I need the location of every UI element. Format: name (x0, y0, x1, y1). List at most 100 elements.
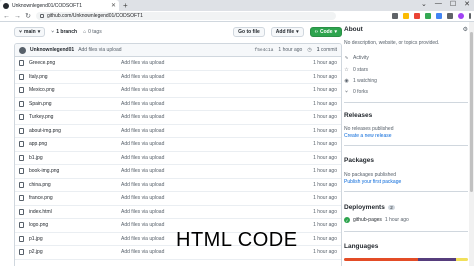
divider (344, 231, 468, 232)
branch-selector[interactable]: ⑂ main ▾ (14, 27, 46, 37)
deployment-time: 1 hour ago (384, 217, 409, 223)
deployments-title[interactable]: Deployments (344, 204, 385, 211)
file-icon (19, 181, 24, 188)
history-icon: ◷ (307, 47, 312, 53)
file-name-link[interactable]: p1.jpg (29, 236, 121, 242)
language-segment (344, 258, 419, 261)
file-commit-message[interactable]: Add files via upload (121, 74, 303, 80)
file-name-link[interactable]: book-img.png (29, 168, 121, 174)
file-name-link[interactable]: index.html (29, 209, 121, 215)
commit-author[interactable]: Unknownlegend01 (30, 47, 74, 53)
file-commit-message[interactable]: Add files via upload (121, 155, 303, 161)
forks-link[interactable]: ⑂ 0 forks (344, 89, 368, 95)
puzzle-icon[interactable] (447, 13, 453, 19)
file-name-link[interactable]: app.png (29, 141, 121, 147)
language-segment (418, 258, 456, 261)
file-commit-message[interactable]: Add files via upload (121, 114, 303, 120)
packages-title[interactable]: Packages (344, 157, 374, 164)
deployment-name[interactable]: github-pages (353, 217, 382, 223)
back-icon[interactable]: ← (3, 13, 10, 20)
extension-icon[interactable] (436, 13, 442, 19)
star-icon[interactable] (403, 13, 409, 19)
url-field[interactable]: github.com/Unknownlegend01/CODSOFT1 (36, 12, 336, 20)
commits-link[interactable]: 1 commit (317, 47, 337, 53)
file-commit-message[interactable]: Add files via upload (121, 87, 303, 93)
publish-package-link[interactable]: Publish your first package (344, 179, 401, 185)
commit-hash[interactable]: f5e4c1a (255, 48, 274, 53)
overlay-caption: HTML CODE (176, 229, 298, 251)
pulse-icon: ∿ (344, 55, 349, 61)
file-commit-message[interactable]: Add files via upload (121, 222, 303, 228)
extension-icons (392, 13, 471, 19)
tab-search-icon[interactable]: ⌄ (421, 0, 427, 8)
file-row: Turkey.png Add files via upload 1 hour ago (15, 111, 341, 125)
close-window-icon[interactable]: ✕ (464, 0, 470, 8)
extension-icon[interactable] (414, 13, 420, 19)
file-name-link[interactable]: p2.jpg (29, 249, 121, 255)
language-segment (455, 258, 468, 261)
forward-icon[interactable]: → (14, 13, 21, 20)
file-name-link[interactable]: Mexico.png (29, 87, 121, 93)
go-to-file-button[interactable]: Go to file (233, 27, 265, 37)
file-commit-message[interactable]: Add files via upload (121, 168, 303, 174)
file-commit-message[interactable]: Add files via upload (121, 182, 303, 188)
file-icon (19, 168, 24, 175)
deployment-item[interactable]: ✓ github-pages 1 hour ago (344, 217, 409, 223)
code-button[interactable]: ‹› Code ▾ (309, 27, 342, 37)
file-commit-message[interactable]: Add files via upload (121, 101, 303, 107)
add-file-button[interactable]: Add file ▾ (270, 27, 304, 37)
tab-title: Unknownlegend01/CODSOFT1 (12, 2, 83, 9)
file-commit-time: 1 hour ago (313, 100, 337, 107)
file-commit-time: 1 hour ago (313, 73, 337, 80)
file-name-link[interactable]: b1.jpg (29, 155, 121, 161)
extension-icon[interactable] (425, 13, 431, 19)
file-commit-message[interactable]: Add files via upload (121, 60, 303, 66)
file-commit-message[interactable]: Add files via upload (121, 209, 303, 215)
file-row: app.png Add files via upload 1 hour ago (15, 138, 341, 152)
file-name-link[interactable]: about-img.png (29, 128, 121, 134)
gear-icon[interactable]: ⚙ (463, 26, 468, 33)
file-commit-message[interactable]: Add files via upload (121, 141, 303, 147)
file-name-link[interactable]: logo.png (29, 222, 121, 228)
deployments-count: 2 (388, 205, 395, 210)
branches-count: 1 branch (56, 29, 78, 35)
tags-link[interactable]: ⌂ 0 tags (83, 29, 102, 35)
new-tab-button[interactable]: + (123, 1, 128, 10)
file-name-link[interactable]: Italy.png (29, 74, 121, 80)
menu-icon[interactable] (469, 13, 471, 19)
github-icon (3, 2, 9, 9)
share-icon[interactable] (392, 13, 398, 19)
branches-link[interactable]: ⑂ 1 branch (51, 29, 77, 35)
avatar[interactable] (19, 46, 26, 54)
watchers-link[interactable]: ◉ 1 watching (344, 78, 377, 84)
file-icon (19, 127, 24, 134)
file-commit-message[interactable]: Add files via upload (121, 195, 303, 201)
releases-title[interactable]: Releases (344, 112, 372, 119)
commit-message[interactable]: Add files via upload (78, 47, 121, 53)
file-commit-time: 1 hour ago (313, 235, 337, 242)
create-release-link[interactable]: Create a new release (344, 133, 392, 139)
reload-icon[interactable]: ↻ (25, 12, 31, 20)
file-commit-message[interactable]: Add files via upload (121, 128, 303, 134)
stars-link[interactable]: ☆ 0 stars (344, 67, 368, 73)
activity-link[interactable]: ∿ Activity (344, 55, 368, 61)
scrollbar-thumb[interactable] (470, 32, 473, 192)
about-description: No description, website, or topics provi… (344, 40, 440, 46)
maximize-icon[interactable]: ☐ (450, 0, 456, 8)
file-name-link[interactable]: china.png (29, 182, 121, 188)
browser-tab[interactable]: Unknownlegend01/CODSOFT1 ✕ (0, 0, 119, 11)
file-icon (19, 141, 24, 148)
file-commit-time: 1 hour ago (313, 154, 337, 161)
page-scrollbar[interactable] (469, 22, 474, 266)
file-icon (19, 249, 24, 256)
file-commit-time: 1 hour ago (313, 114, 337, 121)
profile-avatar[interactable] (458, 13, 464, 19)
close-icon[interactable]: ✕ (111, 2, 116, 9)
commits-count: 1 (316, 47, 320, 53)
file-name-link[interactable]: Turkey.png (29, 114, 121, 120)
file-name-link[interactable]: Spain.png (29, 101, 121, 107)
file-name-link[interactable]: Greece.png (29, 60, 121, 66)
minimize-icon[interactable]: — (435, 0, 442, 8)
file-row: book-img.png Add files via upload 1 hour a… (15, 165, 341, 179)
file-name-link[interactable]: france.png (29, 195, 121, 201)
